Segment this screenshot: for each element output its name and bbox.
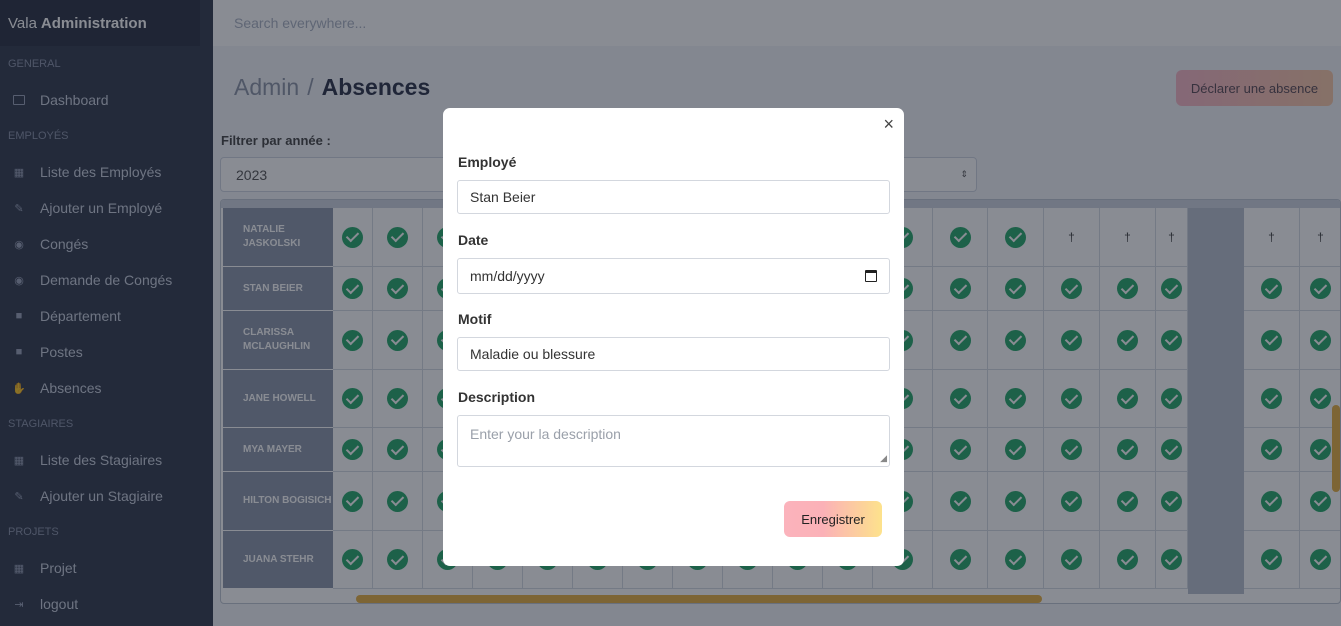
motif-label: Motif (458, 311, 492, 327)
calendar-icon[interactable] (865, 270, 877, 282)
resize-handle-icon[interactable]: ◢ (880, 453, 887, 464)
description-label: Description (458, 389, 536, 405)
date-field-placeholder: mm/dd/yyyy (470, 268, 545, 284)
date-field[interactable]: mm/dd/yyyy (457, 258, 890, 294)
employee-label: Employé (458, 154, 517, 170)
close-icon[interactable]: × (883, 114, 894, 135)
motif-select[interactable]: Maladie ou blessure (457, 337, 890, 371)
employee-field-value: Stan Beier (470, 189, 536, 205)
absence-modal: × Employé Stan Beier Date mm/dd/yyyy Mot… (443, 108, 904, 566)
date-label: Date (458, 232, 489, 248)
save-button[interactable]: Enregistrer (784, 501, 882, 537)
employee-field[interactable]: Stan Beier (457, 180, 890, 214)
description-textarea[interactable]: Enter your la description ◢ (457, 415, 890, 467)
motif-select-value: Maladie ou blessure (470, 346, 596, 362)
description-placeholder: Enter your la description (470, 426, 621, 442)
